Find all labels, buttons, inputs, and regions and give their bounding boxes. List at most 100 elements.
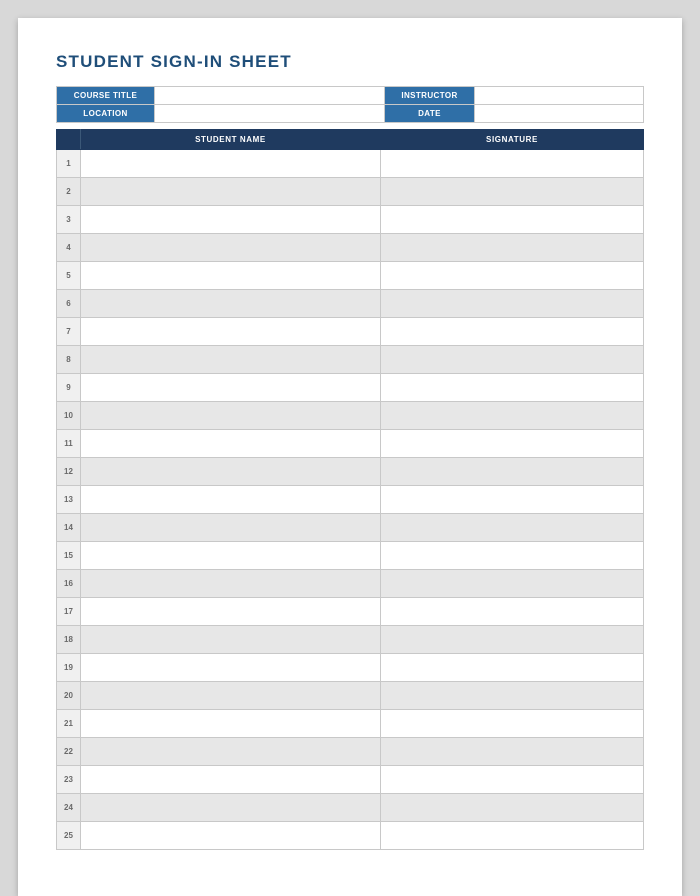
- student-name-cell[interactable]: [81, 290, 381, 318]
- row-number: 14: [57, 514, 81, 542]
- student-name-cell[interactable]: [81, 738, 381, 766]
- course-title-label: COURSE TITLE: [57, 87, 155, 105]
- row-number: 13: [57, 486, 81, 514]
- signature-cell[interactable]: [381, 178, 644, 206]
- table-row: 8: [57, 346, 644, 374]
- signature-cell[interactable]: [381, 486, 644, 514]
- signature-cell[interactable]: [381, 682, 644, 710]
- student-name-cell[interactable]: [81, 150, 381, 178]
- location-label: LOCATION: [57, 105, 155, 123]
- date-label: DATE: [385, 105, 475, 123]
- student-name-cell[interactable]: [81, 458, 381, 486]
- student-name-cell[interactable]: [81, 402, 381, 430]
- signature-cell[interactable]: [381, 206, 644, 234]
- signature-cell[interactable]: [381, 262, 644, 290]
- instructor-label: INSTRUCTOR: [385, 87, 475, 105]
- student-name-cell[interactable]: [81, 430, 381, 458]
- table-row: 10: [57, 402, 644, 430]
- student-name-cell[interactable]: [81, 318, 381, 346]
- student-name-cell[interactable]: [81, 570, 381, 598]
- student-name-cell[interactable]: [81, 178, 381, 206]
- table-row: 9: [57, 374, 644, 402]
- student-name-cell[interactable]: [81, 514, 381, 542]
- signature-cell[interactable]: [381, 458, 644, 486]
- row-number: 3: [57, 206, 81, 234]
- header-row: STUDENT NAME SIGNATURE: [57, 130, 644, 150]
- student-name-cell[interactable]: [81, 654, 381, 682]
- table-row: 21: [57, 710, 644, 738]
- student-name-cell[interactable]: [81, 346, 381, 374]
- signature-cell[interactable]: [381, 570, 644, 598]
- student-name-cell[interactable]: [81, 822, 381, 850]
- table-row: 19: [57, 654, 644, 682]
- signature-cell[interactable]: [381, 290, 644, 318]
- row-number: 1: [57, 150, 81, 178]
- row-number: 10: [57, 402, 81, 430]
- row-number: 23: [57, 766, 81, 794]
- signature-cell[interactable]: [381, 710, 644, 738]
- row-number: 19: [57, 654, 81, 682]
- signature-cell[interactable]: [381, 738, 644, 766]
- row-number: 11: [57, 430, 81, 458]
- signature-cell[interactable]: [381, 150, 644, 178]
- signature-cell[interactable]: [381, 822, 644, 850]
- location-value[interactable]: [155, 105, 385, 123]
- row-number: 17: [57, 598, 81, 626]
- signature-cell[interactable]: [381, 766, 644, 794]
- meta-row-1: COURSE TITLE INSTRUCTOR: [57, 87, 644, 105]
- student-name-cell[interactable]: [81, 598, 381, 626]
- signature-cell[interactable]: [381, 402, 644, 430]
- student-name-cell[interactable]: [81, 374, 381, 402]
- signature-cell[interactable]: [381, 654, 644, 682]
- table-row: 16: [57, 570, 644, 598]
- row-number: 18: [57, 626, 81, 654]
- row-number: 24: [57, 794, 81, 822]
- signature-cell[interactable]: [381, 346, 644, 374]
- student-name-cell[interactable]: [81, 682, 381, 710]
- table-row: 13: [57, 486, 644, 514]
- header-student-name: STUDENT NAME: [81, 130, 381, 150]
- signature-cell[interactable]: [381, 374, 644, 402]
- signature-cell[interactable]: [381, 626, 644, 654]
- row-number: 15: [57, 542, 81, 570]
- row-number: 7: [57, 318, 81, 346]
- student-name-cell[interactable]: [81, 710, 381, 738]
- signature-cell[interactable]: [381, 794, 644, 822]
- signature-cell[interactable]: [381, 542, 644, 570]
- student-name-cell[interactable]: [81, 486, 381, 514]
- table-row: 2: [57, 178, 644, 206]
- row-number: 16: [57, 570, 81, 598]
- table-row: 5: [57, 262, 644, 290]
- row-number: 22: [57, 738, 81, 766]
- header-num: [57, 130, 81, 150]
- table-row: 14: [57, 514, 644, 542]
- student-name-cell[interactable]: [81, 626, 381, 654]
- course-title-value[interactable]: [155, 87, 385, 105]
- table-row: 17: [57, 598, 644, 626]
- date-value[interactable]: [475, 105, 644, 123]
- table-row: 22: [57, 738, 644, 766]
- student-name-cell[interactable]: [81, 794, 381, 822]
- table-row: 25: [57, 822, 644, 850]
- signature-cell[interactable]: [381, 318, 644, 346]
- row-number: 20: [57, 682, 81, 710]
- table-row: 7: [57, 318, 644, 346]
- signature-cell[interactable]: [381, 234, 644, 262]
- signature-cell[interactable]: [381, 430, 644, 458]
- signature-cell[interactable]: [381, 514, 644, 542]
- row-number: 4: [57, 234, 81, 262]
- row-number: 21: [57, 710, 81, 738]
- header-signature: SIGNATURE: [381, 130, 644, 150]
- student-name-cell[interactable]: [81, 262, 381, 290]
- table-row: 11: [57, 430, 644, 458]
- meta-row-2: LOCATION DATE: [57, 105, 644, 123]
- table-row: 18: [57, 626, 644, 654]
- student-name-cell[interactable]: [81, 766, 381, 794]
- student-name-cell[interactable]: [81, 234, 381, 262]
- signature-cell[interactable]: [381, 598, 644, 626]
- instructor-value[interactable]: [475, 87, 644, 105]
- student-name-cell[interactable]: [81, 542, 381, 570]
- student-name-cell[interactable]: [81, 206, 381, 234]
- table-row: 20: [57, 682, 644, 710]
- table-row: 12: [57, 458, 644, 486]
